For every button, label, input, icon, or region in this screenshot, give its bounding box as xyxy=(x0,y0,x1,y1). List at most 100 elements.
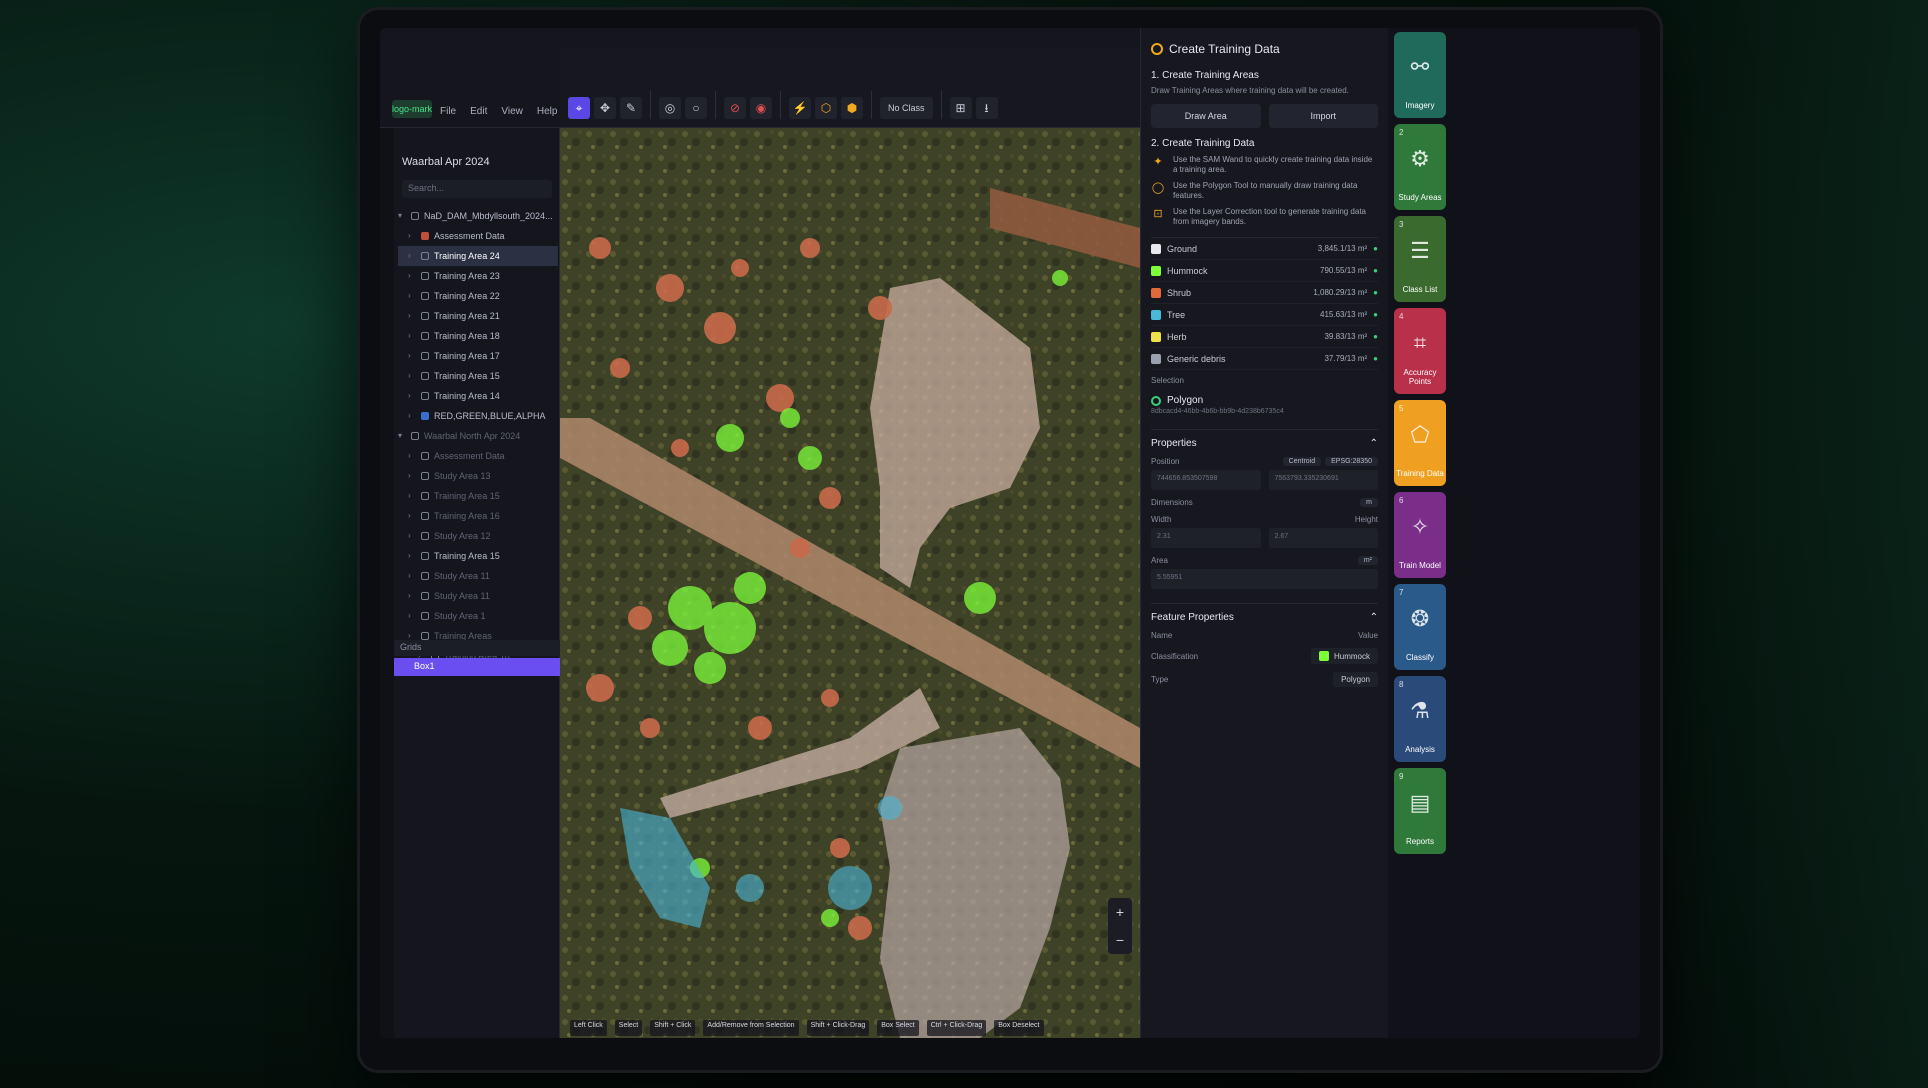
layer-tree-item[interactable]: › Assessment Data xyxy=(398,226,558,246)
chevron-right-icon[interactable]: › xyxy=(408,526,416,546)
dimension-unit-select[interactable]: m xyxy=(1360,498,1378,507)
chevron-right-icon[interactable]: › xyxy=(408,606,416,626)
class-row-herb[interactable]: Herb 39.83/13 m² ● xyxy=(1151,326,1378,348)
zoom-out-icon[interactable]: − xyxy=(1108,926,1132,954)
chevron-right-icon[interactable]: › xyxy=(408,266,416,286)
chevron-right-icon[interactable]: › xyxy=(408,446,416,466)
circle-tool-icon[interactable]: ○ xyxy=(685,97,707,119)
step-analysis[interactable]: 8 ⚗ Analysis xyxy=(1394,676,1446,762)
layer-tree-item[interactable]: ▾ Waarbal North Apr 2024 xyxy=(398,426,558,446)
layer-tree-item[interactable]: › Training Area 18 xyxy=(398,326,558,346)
menu-item-file[interactable]: File xyxy=(440,106,456,117)
map-canvas[interactable]: + − xyxy=(560,128,1140,1038)
shortcut-hint: Ctrl + Click-Drag xyxy=(926,1020,987,1036)
layer-tree-item[interactable]: › Assessment Data xyxy=(398,446,558,466)
step-reports[interactable]: 9 ▤ Reports xyxy=(1394,768,1446,854)
area-unit-select[interactable]: m² xyxy=(1357,556,1378,565)
chevron-right-icon[interactable]: › xyxy=(408,226,416,246)
draw-area-icon[interactable]: ◎ xyxy=(659,97,681,119)
layer-tree-item[interactable]: › RED,GREEN,BLUE,ALPHA xyxy=(398,406,558,426)
layer-correction-icon[interactable]: ⬢ xyxy=(841,97,863,119)
chevron-right-icon[interactable]: › xyxy=(408,406,416,426)
layer-tree-item[interactable]: › Training Area 14 xyxy=(398,386,558,406)
selected-layer-bar[interactable]: Box1 xyxy=(394,658,560,676)
step-train-model[interactable]: 6 ✧ Train Model xyxy=(1394,492,1446,578)
selection-label[interactable]: Selection xyxy=(1151,376,1378,385)
select-cursor-icon[interactable]: ⌖ xyxy=(568,97,590,119)
layer-tree-item[interactable]: › Training Area 15 xyxy=(398,366,558,386)
grids-section[interactable]: Grids xyxy=(394,640,560,656)
chevron-right-icon[interactable]: › xyxy=(408,486,416,506)
chevron-right-icon[interactable]: ▾ xyxy=(398,206,406,226)
layer-tree-item[interactable]: › Training Area 15 xyxy=(398,486,558,506)
height-input[interactable]: 2.67 xyxy=(1268,528,1378,548)
pen-icon[interactable]: ✎ xyxy=(620,97,642,119)
chevron-right-icon[interactable]: › xyxy=(408,506,416,526)
step-study-areas[interactable]: 2 ⚙ Study Areas xyxy=(1394,124,1446,210)
chevron-right-icon[interactable]: › xyxy=(408,366,416,386)
layer-tree-item[interactable]: ▾ NaD_DAM_Mbdyllsouth_2024... xyxy=(398,206,558,226)
step-training-data[interactable]: 5 ⬠ Training Data xyxy=(1394,400,1446,486)
position-mode-select[interactable]: Centroid xyxy=(1282,457,1322,466)
class-row-ground[interactable]: Ground 3,845.1/13 m² ● xyxy=(1151,238,1378,260)
layer-tree-item[interactable]: › Study Area 1 xyxy=(398,606,558,626)
layer-tree-item[interactable]: › Study Area 11 xyxy=(398,586,558,606)
layer-tree-item[interactable]: › Training Area 21 xyxy=(398,306,558,326)
class-row-shrub[interactable]: Shrub 1,080.29/13 m² ● xyxy=(1151,282,1378,304)
chevron-right-icon[interactable]: › xyxy=(408,586,416,606)
feature-properties-section[interactable]: Feature Properties ⌃ xyxy=(1151,603,1378,623)
map-add-icon[interactable]: ⊞ xyxy=(949,97,972,119)
sam-wand-icon[interactable]: ⚡ xyxy=(789,97,811,119)
marker-icon[interactable]: ◉ xyxy=(750,97,772,119)
menu-item-help[interactable]: Help xyxy=(537,106,558,117)
download-icon[interactable]: ⭳ xyxy=(975,97,998,119)
class-picker-dropdown[interactable]: No Class xyxy=(880,97,933,119)
import-button[interactable]: Import xyxy=(1268,104,1378,128)
chevron-right-icon[interactable]: › xyxy=(408,306,416,326)
area-input[interactable]: 5.55951 xyxy=(1151,569,1378,589)
class-row-generic-debris[interactable]: Generic debris 37.79/13 m² ● xyxy=(1151,348,1378,370)
position-x-input[interactable]: 744656.853507598 xyxy=(1151,470,1261,490)
menu-item-edit[interactable]: Edit xyxy=(470,106,487,117)
move-icon[interactable]: ✥ xyxy=(594,97,616,119)
chevron-right-icon[interactable]: › xyxy=(408,346,416,366)
width-input[interactable]: 2.31 xyxy=(1151,528,1261,548)
layer-tree-item[interactable]: › Training Area 23 xyxy=(398,266,558,286)
dimensions-row: Dimensions m xyxy=(1151,498,1378,507)
annotate-icon[interactable]: ⊘ xyxy=(724,97,746,119)
step-classify[interactable]: 7 ❂ Classify xyxy=(1394,584,1446,670)
step-accuracy-points[interactable]: 4 ⌗ Accuracy Points xyxy=(1394,308,1446,394)
layer-tree-item[interactable]: › Training Area 22 xyxy=(398,286,558,306)
layer-tree-item[interactable]: › Training Area 24 xyxy=(398,246,558,266)
crs-select[interactable]: EPSG:28350 xyxy=(1325,457,1378,466)
chevron-right-icon[interactable]: › xyxy=(408,466,416,486)
position-y-input[interactable]: 7563793.335230691 xyxy=(1268,470,1378,490)
polygon-tool-icon[interactable]: ⬡ xyxy=(815,97,837,119)
chevron-right-icon[interactable]: › xyxy=(408,546,416,566)
menu-item-view[interactable]: View xyxy=(501,106,523,117)
zoom-controls[interactable]: + − xyxy=(1108,898,1132,954)
layer-tree-item[interactable]: › Study Area 11 xyxy=(398,566,558,586)
class-row-tree[interactable]: Tree 415.63/13 m² ● xyxy=(1151,304,1378,326)
classification-select[interactable]: Hummock xyxy=(1310,648,1378,664)
chevron-right-icon[interactable]: ▾ xyxy=(398,426,406,446)
properties-section[interactable]: Properties ⌃ xyxy=(1151,429,1378,449)
chevron-right-icon[interactable]: › xyxy=(408,246,416,266)
layer-search-input[interactable]: Search... xyxy=(402,180,552,198)
chevron-up-icon[interactable]: ⌃ xyxy=(1370,612,1378,623)
layer-tree-item[interactable]: › Training Area 16 xyxy=(398,506,558,526)
chevron-right-icon[interactable]: › xyxy=(408,386,416,406)
chevron-right-icon[interactable]: › xyxy=(408,326,416,346)
layer-tree-item[interactable]: › Training Area 17 xyxy=(398,346,558,366)
layer-tree-item[interactable]: › Study Area 12 xyxy=(398,526,558,546)
layer-tree-item[interactable]: › Training Area 15 xyxy=(398,546,558,566)
layer-tree-item[interactable]: › Study Area 13 xyxy=(398,466,558,486)
zoom-in-icon[interactable]: + xyxy=(1108,898,1132,926)
chevron-up-icon[interactable]: ⌃ xyxy=(1370,438,1378,449)
class-row-hummock[interactable]: Hummock 790.55/13 m² ● xyxy=(1151,260,1378,282)
chevron-right-icon[interactable]: › xyxy=(408,566,416,586)
step-class-list[interactable]: 3 ☰ Class List xyxy=(1394,216,1446,302)
chevron-right-icon[interactable]: › xyxy=(408,286,416,306)
step-imagery[interactable]: ⚯ Imagery xyxy=(1394,32,1446,118)
draw-area-button[interactable]: Draw Area xyxy=(1151,104,1261,128)
